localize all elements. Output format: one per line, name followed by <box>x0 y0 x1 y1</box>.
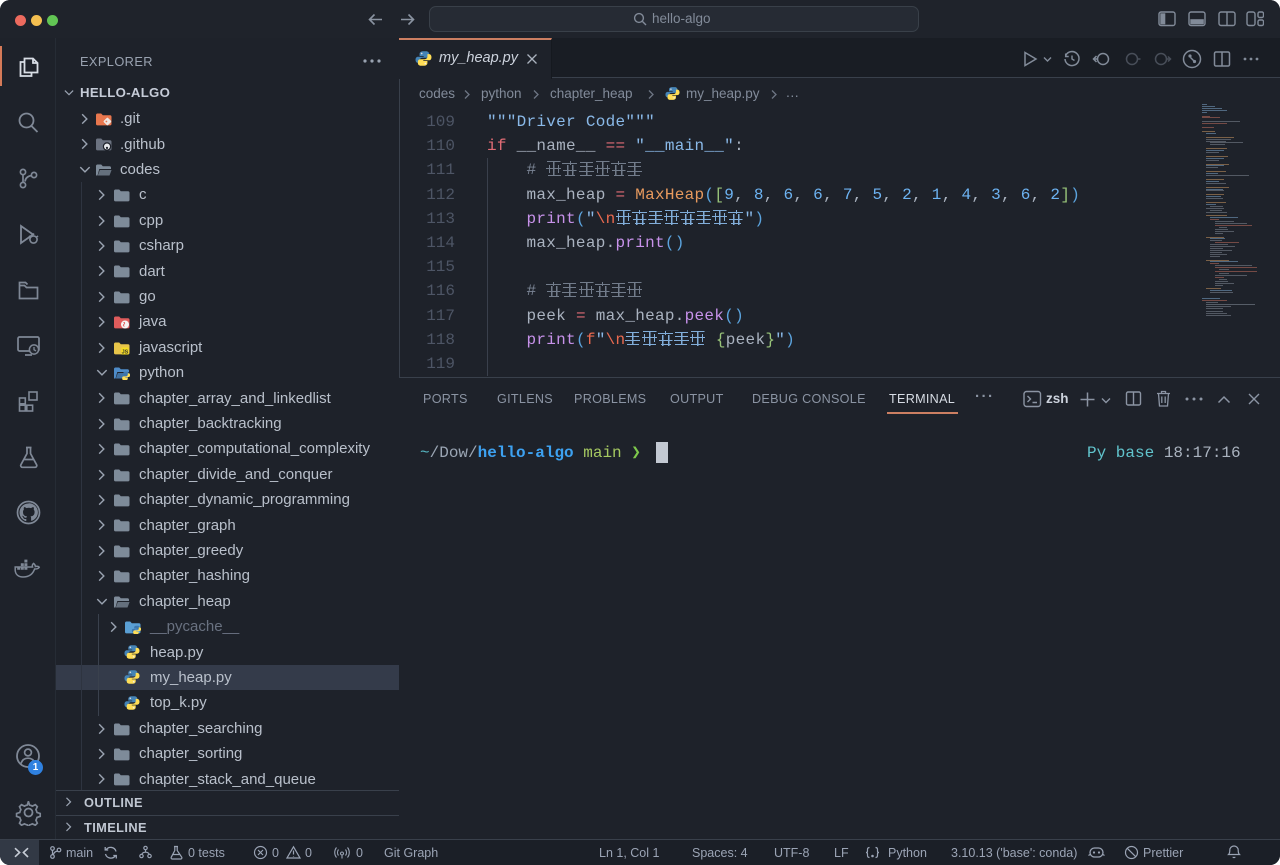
svg-text:JS: JS <box>122 349 129 355</box>
